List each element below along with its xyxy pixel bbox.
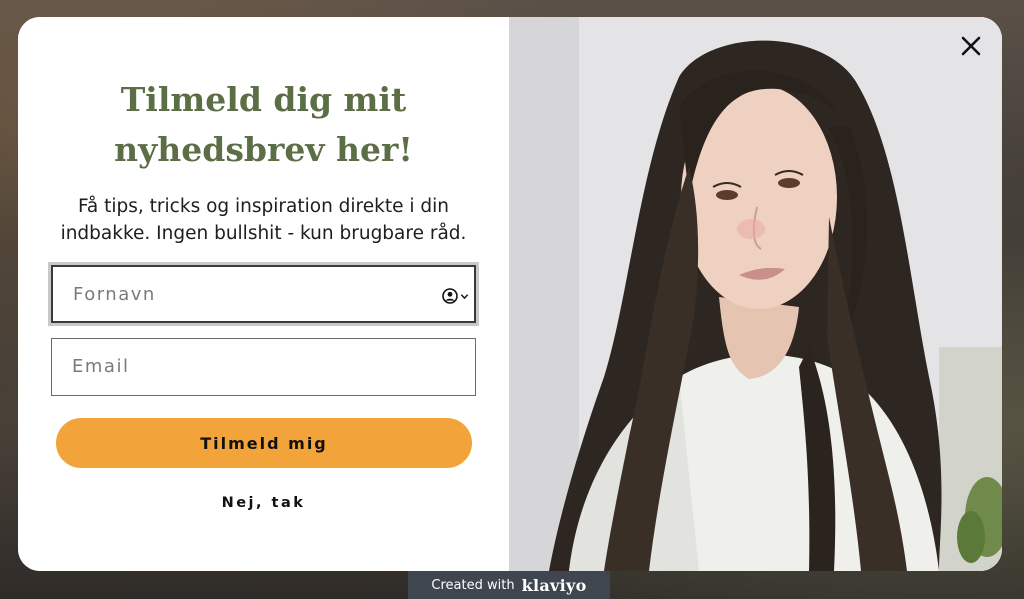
subtitle-line-1: Få tips, tricks og inspiration direkte i… xyxy=(77,196,449,217)
popup-subtitle: Få tips, tricks og inspiration direkte i… xyxy=(38,193,489,247)
woman-portrait-image xyxy=(509,17,1002,571)
first-name-placeholder: Fornavn xyxy=(73,284,156,305)
subtitle-line-2: indbakke. Ingen bullshit - kun brugbare … xyxy=(60,223,467,244)
photo-panel xyxy=(509,17,1002,571)
klaviyo-logo: klaviyo xyxy=(521,575,587,595)
klaviyo-badge[interactable]: Created with klaviyo xyxy=(408,571,610,599)
heading-line-2: nyhedsbrev her! xyxy=(114,130,413,169)
subscribe-button[interactable]: Tilmeld mig xyxy=(56,418,472,468)
close-icon[interactable] xyxy=(956,31,986,61)
chevron-down-icon xyxy=(460,293,469,299)
email-placeholder: Email xyxy=(72,356,130,377)
signup-popup: Tilmeld dig mit nyhedsbrev her! Få tips,… xyxy=(18,17,1002,571)
badge-prefix: Created with xyxy=(431,577,515,593)
person-circle-icon xyxy=(442,288,458,304)
email-field[interactable]: Email xyxy=(51,338,476,396)
first-name-field[interactable]: Fornavn xyxy=(51,265,476,323)
signup-form-panel: Tilmeld dig mit nyhedsbrev her! Få tips,… xyxy=(18,17,509,571)
popup-heading: Tilmeld dig mit nyhedsbrev her! xyxy=(18,75,509,175)
heading-line-1: Tilmeld dig mit xyxy=(120,80,407,119)
contact-autofill-icon[interactable] xyxy=(442,288,470,304)
decline-link[interactable]: Nej, tak xyxy=(18,495,509,511)
